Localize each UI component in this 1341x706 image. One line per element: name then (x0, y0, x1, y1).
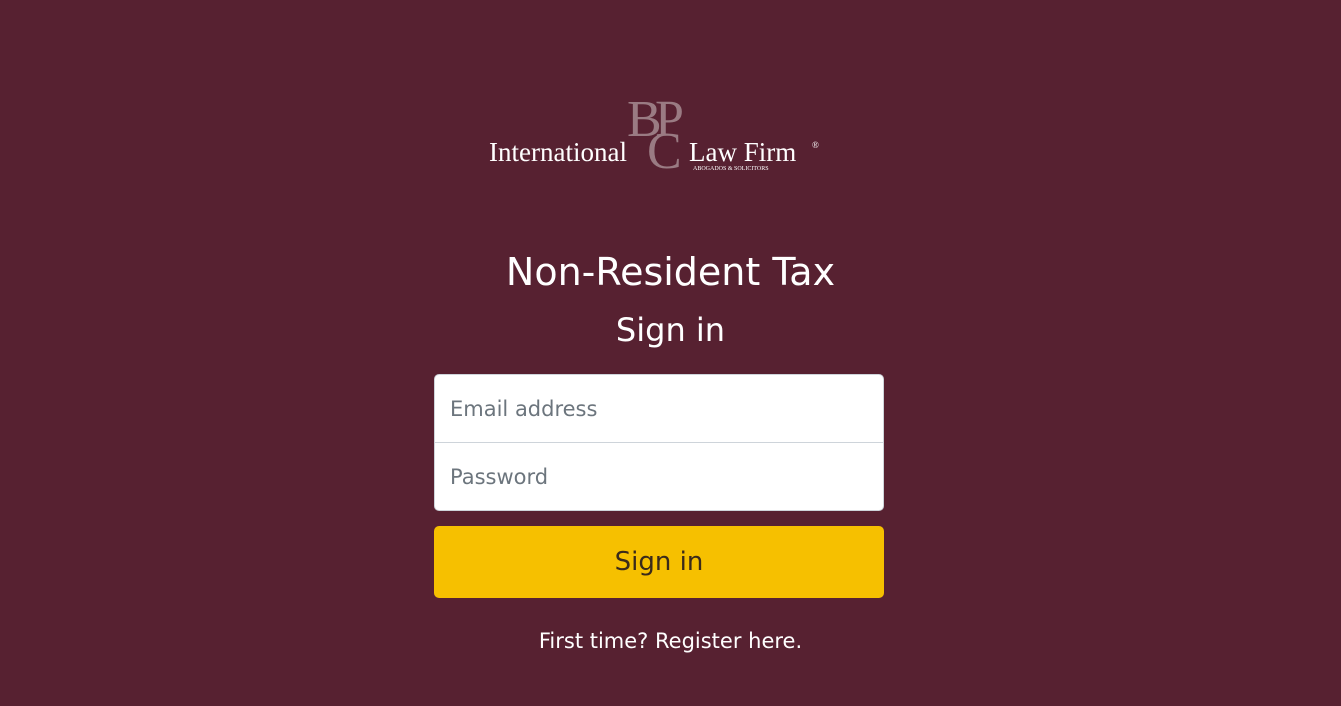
logo-tagline: ABOGADOS & SOLICITORS (693, 166, 769, 172)
register-link[interactable]: First time? Register here. (0, 627, 1341, 655)
email-field[interactable] (435, 375, 883, 442)
credentials-group (434, 374, 884, 511)
logo-monogram-c: C (647, 123, 682, 176)
firm-logo-graphic: B P C International Law Firm ® ABOGADOS … (489, 92, 819, 176)
firm-logo: B P C International Law Firm ® ABOGADOS … (487, 92, 827, 176)
logo-left-text: International (489, 137, 627, 167)
password-field[interactable] (435, 442, 883, 510)
sign-in-button[interactable]: Sign in (434, 526, 884, 598)
page-title: Non-Resident Tax (505, 250, 836, 294)
logo-registered-mark: ® (812, 140, 819, 150)
logo-right-text: Law Firm (689, 137, 796, 167)
page-subtitle: Sign in (615, 311, 726, 349)
